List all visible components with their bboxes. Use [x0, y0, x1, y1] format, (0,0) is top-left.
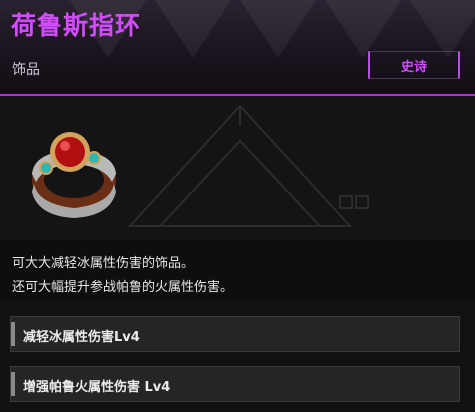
- item-header: 荷鲁斯指环 饰品 史诗: [0, 0, 475, 94]
- item-category: 饰品: [12, 62, 40, 78]
- description-line-2: 还可大幅提升参战帕鲁的火属性伤害。: [12, 280, 234, 295]
- item-description: 可大大减轻冰属性伤害的饰品。 还可大幅提升参战帕鲁的火属性伤害。: [0, 240, 475, 298]
- effect-label: 减轻冰属性伤害Lv4: [23, 330, 140, 345]
- effect-accent-bar: [11, 322, 15, 346]
- header-decoration: [240, 0, 316, 58]
- description-line-1: 可大大减轻冰属性伤害的饰品。: [12, 256, 195, 271]
- header-decoration: [325, 0, 401, 58]
- effect-row: 增强帕鲁火属性伤害 Lv4: [10, 366, 460, 402]
- effect-label: 增强帕鲁火属性伤害 Lv4: [23, 380, 171, 395]
- effect-accent-bar: [11, 372, 15, 396]
- item-art-panel: [0, 96, 475, 240]
- ring-icon: [32, 132, 116, 218]
- header-decoration: [410, 0, 475, 58]
- item-title: 荷鲁斯指环: [11, 11, 142, 40]
- header-decoration: [155, 0, 231, 58]
- effect-row: 减轻冰属性伤害Lv4: [10, 316, 460, 352]
- rarity-badge: 史诗: [368, 51, 460, 79]
